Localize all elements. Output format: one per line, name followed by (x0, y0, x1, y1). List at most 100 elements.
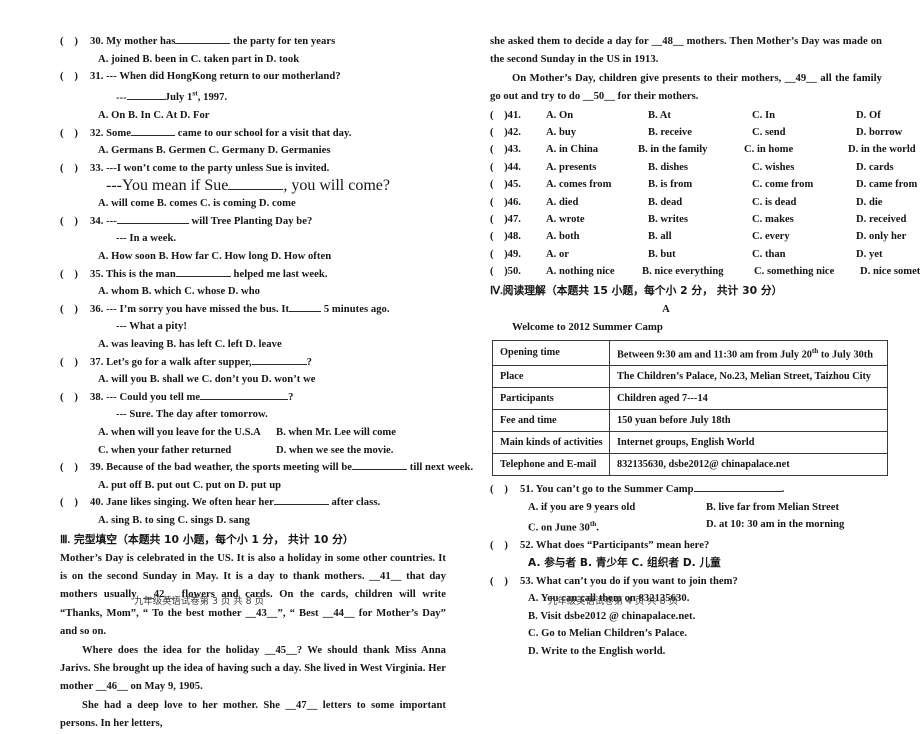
option-c[interactable]: C. when your father returned (98, 442, 276, 460)
option-a[interactable]: A. buy (546, 124, 648, 141)
answer-bracket-num[interactable]: ( )48. (490, 228, 546, 245)
option-d[interactable]: D. die (856, 194, 882, 211)
answer-bracket-num[interactable]: ( )43. (490, 141, 546, 158)
option-b[interactable]: B. all (648, 228, 752, 245)
question-36-options[interactable]: A. was leaving B. has left C. left D. le… (60, 336, 446, 354)
question-53-option-b[interactable]: B. Visit dsbe2012 @ chinapalace.net. (490, 608, 882, 626)
option-b[interactable]: B. is from (648, 176, 752, 193)
option-c[interactable]: C. something nice (754, 263, 860, 280)
answer-bracket[interactable]: ( ) (60, 33, 90, 51)
option-d[interactable]: D. only her (856, 228, 906, 245)
option-b[interactable]: B. but (648, 246, 752, 263)
question-51-options-row2[interactable]: C. on June 30th. D. at 10: 30 am in the … (490, 516, 882, 537)
answer-bracket[interactable]: ( ) (60, 459, 90, 477)
answer-bracket[interactable]: ( ) (60, 389, 90, 407)
option-c[interactable]: C. is dead (752, 194, 856, 211)
question-31-options[interactable]: A. On B. In C. At D. For (60, 107, 446, 125)
option-a[interactable]: A. in China (546, 141, 638, 158)
question-33-options[interactable]: A. will come B. comes C. is coming D. co… (60, 195, 446, 213)
answer-bracket[interactable]: ( ) (60, 266, 90, 284)
option-d[interactable]: D. in the world (848, 141, 916, 158)
option-c[interactable]: C. makes (752, 211, 856, 228)
answer-bracket-num[interactable]: ( )46. (490, 194, 546, 211)
option-c[interactable]: C. come from (752, 176, 856, 193)
option-a[interactable]: A. if you are 9 years old (528, 499, 706, 517)
option-a[interactable]: A. On (546, 107, 648, 124)
answer-bracket-num[interactable]: ( )41. (490, 107, 546, 124)
option-d[interactable]: D. borrow (856, 124, 902, 141)
option-b[interactable]: B. dishes (648, 159, 752, 176)
option-d[interactable]: D. Of (856, 107, 882, 124)
option-c[interactable]: C. than (752, 246, 856, 263)
option-d[interactable]: D. at 10: 30 am in the morning (706, 516, 882, 537)
question-32-options[interactable]: A. Germans B. Germen C. Germany D. Germa… (60, 142, 446, 160)
option-a[interactable]: A. nothing nice (546, 263, 642, 280)
question-34-options[interactable]: A. How soon B. How far C. How long D. Ho… (60, 248, 446, 266)
option-c[interactable]: C. in home (744, 141, 848, 158)
answer-bracket[interactable]: ( ) (490, 481, 520, 499)
question-53-option-d[interactable]: D. Write to the English world. (490, 643, 882, 661)
question-35-options[interactable]: A. whom B. which C. whose D. who (60, 283, 446, 301)
question-52-options[interactable]: A. 参与者 B. 青少年 C. 组织者 D. 儿童 (490, 555, 882, 573)
option-d[interactable]: D. when we see the movie. (276, 442, 446, 460)
question-38-options-row2[interactable]: C. when your father returned D. when we … (60, 442, 446, 460)
answer-bracket[interactable]: ( ) (60, 494, 90, 512)
answer-bracket-num[interactable]: ( )42. (490, 124, 546, 141)
answer-bracket-num[interactable]: ( )50. (490, 263, 546, 280)
question-37-options[interactable]: A. will you B. shall we C. don’t you D. … (60, 371, 446, 389)
option-c[interactable]: C. send (752, 124, 856, 141)
option-b[interactable]: B. in the family (638, 141, 744, 158)
option-a[interactable]: A. comes from (546, 176, 648, 193)
cloze-option-row-45[interactable]: ( )45. A. comes from B. is from C. come … (490, 176, 917, 193)
question-51-options-row1[interactable]: A. if you are 9 years old B. live far fr… (490, 499, 882, 517)
answer-bracket[interactable]: ( ) (490, 537, 520, 555)
cloze-option-row-42[interactable]: ( )42. A. buy B. receive C. send D. borr… (490, 124, 902, 141)
option-b[interactable]: B. when Mr. Lee will come (276, 424, 446, 442)
option-c[interactable]: C. on June 30th. (528, 516, 706, 537)
question-39-options[interactable]: A. put off B. put out C. put on D. put u… (60, 477, 446, 495)
option-a[interactable]: A. both (546, 228, 648, 245)
option-b[interactable]: B. live far from Melian Street (706, 499, 882, 517)
answer-bracket-num[interactable]: ( )45. (490, 176, 546, 193)
option-b[interactable]: B. writes (648, 211, 752, 228)
answer-bracket[interactable]: ( ) (60, 68, 90, 86)
question-40-options[interactable]: A. sing B. to sing C. sings D. sang (60, 512, 446, 530)
option-d[interactable]: D. yet (856, 246, 882, 263)
option-b[interactable]: B. nice everything (642, 263, 754, 280)
answer-bracket-num[interactable]: ( )44. (490, 159, 546, 176)
cloze-option-row-50[interactable]: ( )50. A. nothing nice B. nice everythin… (490, 263, 920, 280)
question-53-option-c[interactable]: C. Go to Melian Children’s Palace. (490, 625, 882, 643)
option-a[interactable]: A. presents (546, 159, 648, 176)
answer-bracket[interactable]: ( ) (60, 160, 90, 178)
option-a[interactable]: A. or (546, 246, 648, 263)
cloze-option-row-46[interactable]: ( )46. A. died B. dead C. is dead D. die (490, 194, 882, 211)
cloze-option-row-49[interactable]: ( )49. A. or B. but C. than D. yet (490, 246, 882, 263)
cloze-option-row-48[interactable]: ( )48. A. both B. all C. every D. only h… (490, 228, 906, 245)
answer-bracket[interactable]: ( ) (60, 301, 90, 319)
question-30-options[interactable]: A. joined B. been in C. taken part in D.… (60, 51, 446, 69)
option-a[interactable]: A. died (546, 194, 648, 211)
option-c[interactable]: C. In (752, 107, 856, 124)
option-b[interactable]: B. At (648, 107, 752, 124)
answer-bracket[interactable]: ( ) (60, 354, 90, 372)
cloze-option-row-43[interactable]: ( )43. A. in China B. in the family C. i… (490, 141, 916, 158)
option-c[interactable]: C. wishes (752, 159, 856, 176)
option-b[interactable]: B. dead (648, 194, 752, 211)
question-38-options-row1[interactable]: A. when will you leave for the U.S.A B. … (60, 424, 446, 442)
cloze-option-row-47[interactable]: ( )47. A. wrote B. writes C. makes D. re… (490, 211, 906, 228)
option-d[interactable]: D. cards (856, 159, 894, 176)
option-d[interactable]: D. nice something (860, 263, 920, 280)
answer-bracket[interactable]: ( ) (60, 213, 90, 231)
option-b[interactable]: B. receive (648, 124, 752, 141)
option-c[interactable]: C. every (752, 228, 856, 245)
cloze-option-row-41[interactable]: ( )41. A. On B. At C. In D. Of (490, 107, 882, 124)
answer-bracket-num[interactable]: ( )49. (490, 246, 546, 263)
option-d[interactable]: D. received (856, 211, 906, 228)
answer-bracket[interactable]: ( ) (490, 573, 520, 591)
option-a[interactable]: A. when will you leave for the U.S.A (98, 424, 276, 442)
option-a[interactable]: A. wrote (546, 211, 648, 228)
cloze-option-row-44[interactable]: ( )44. A. presents B. dishes C. wishes D… (490, 159, 894, 176)
answer-bracket-num[interactable]: ( )47. (490, 211, 546, 228)
option-d[interactable]: D. came from (856, 176, 917, 193)
answer-bracket[interactable]: ( ) (60, 125, 90, 143)
